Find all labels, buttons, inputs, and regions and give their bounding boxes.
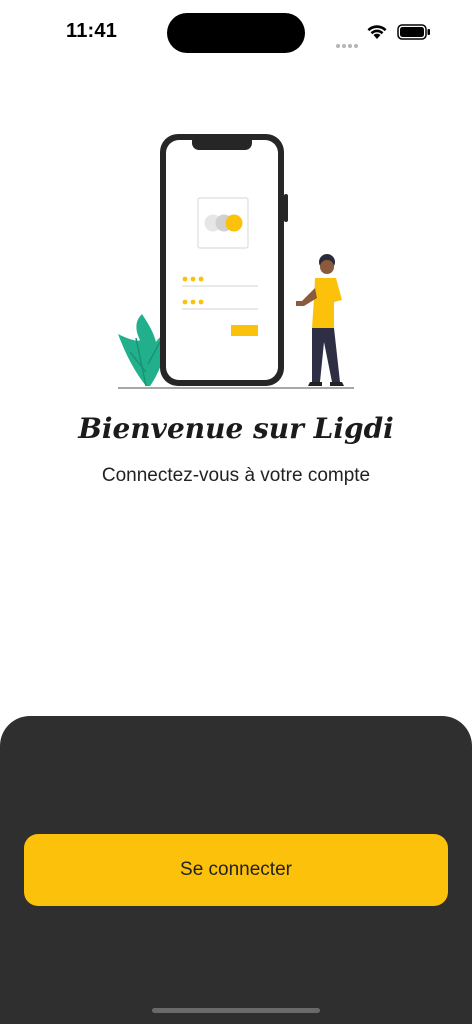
battery-icon — [397, 24, 430, 40]
welcome-illustration — [118, 134, 354, 389]
home-indicator[interactable] — [152, 1008, 320, 1013]
person-illustration — [296, 254, 344, 386]
welcome-subtitle: Connectez-vous à votre compte — [101, 465, 371, 486]
signal-icon — [336, 35, 360, 53]
welcome-title: Bienvenue sur Ligdi — [78, 412, 394, 445]
wifi-icon — [367, 25, 387, 39]
phone-illustration — [160, 134, 288, 386]
dynamic-island — [167, 13, 305, 53]
status-bar: 11:41 — [0, 0, 472, 64]
bottom-sheet: Se connecter — [0, 716, 472, 1024]
login-button[interactable]: Se connecter — [24, 834, 448, 906]
status-time: 11:41 — [66, 20, 118, 42]
